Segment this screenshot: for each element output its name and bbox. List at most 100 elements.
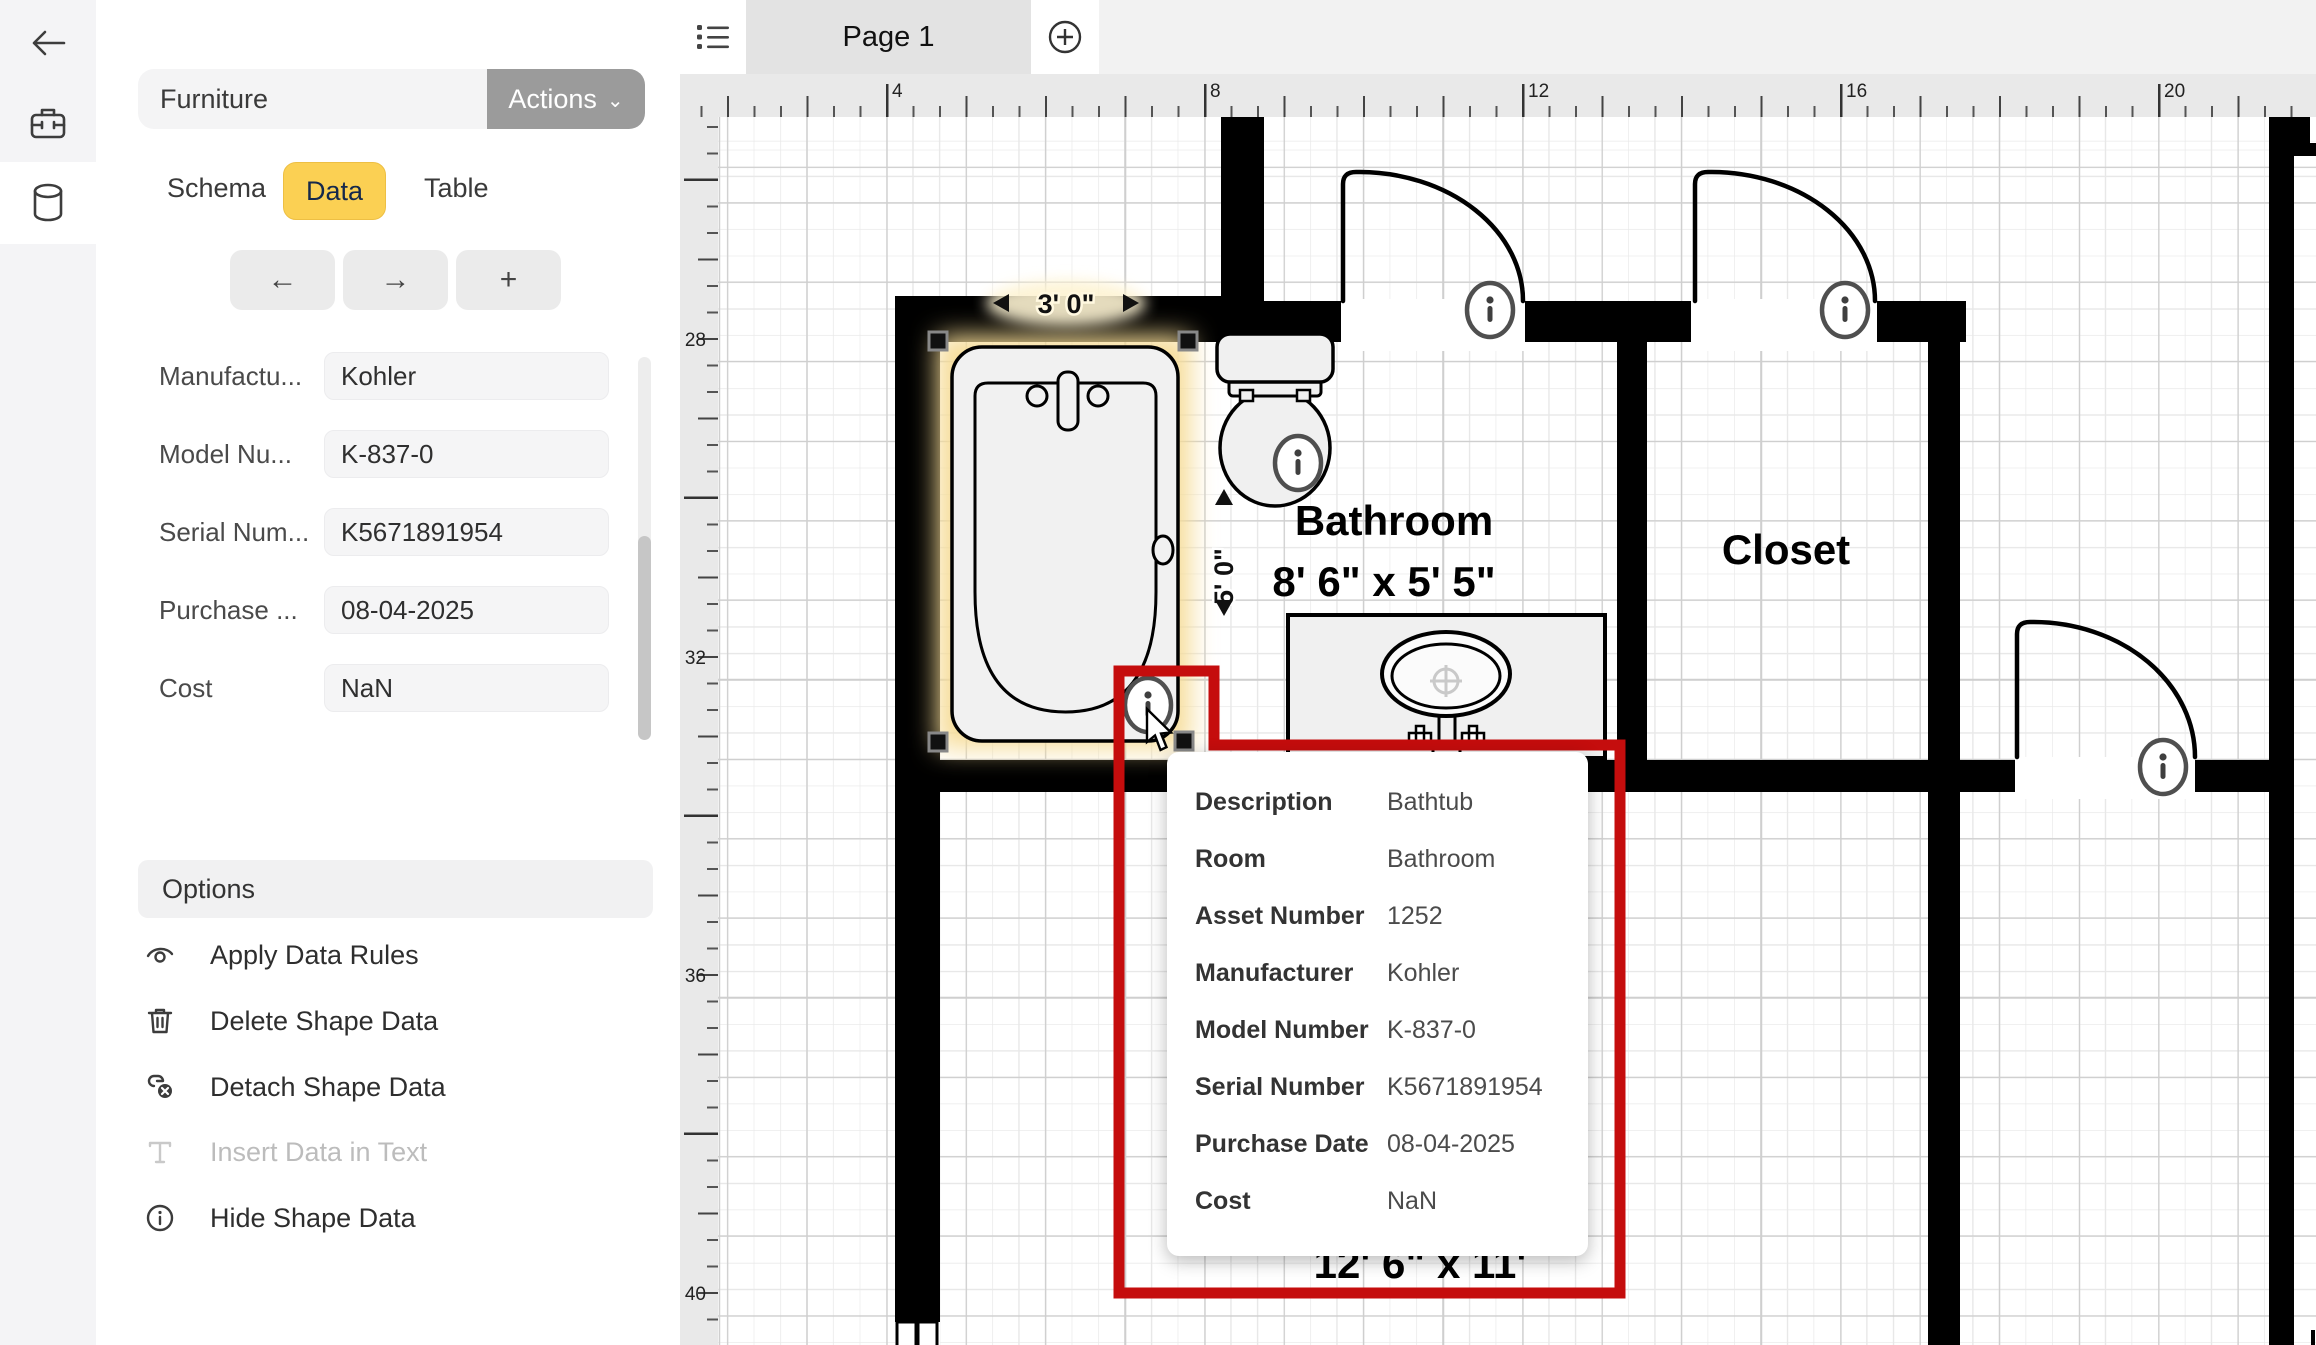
app: Actions ⌄ Schema Data Table ← → + Manufa… bbox=[0, 0, 2316, 1345]
toilet-info-icon[interactable] bbox=[1275, 436, 1321, 490]
tooltip-label: Description bbox=[1195, 788, 1387, 817]
field-row: Cost bbox=[159, 664, 609, 712]
selection-height-dim: 5' 0" bbox=[1209, 489, 1239, 616]
tooltip-row: Manufacturer Kohler bbox=[1195, 945, 1588, 1002]
rail-item-shape-data[interactable] bbox=[0, 168, 96, 238]
ruler-number: 32 bbox=[680, 648, 706, 670]
page-tab-label: Page 1 bbox=[843, 21, 935, 54]
tooltip-value: 1252 bbox=[1387, 902, 1443, 931]
field-label: Serial Num... bbox=[159, 517, 309, 548]
option-delete-shape-data[interactable]: Delete Shape Data bbox=[138, 989, 653, 1053]
tooltip-label: Asset Number bbox=[1195, 902, 1387, 931]
shape-data-tooltip: Description Bathtub Room Bathroom Asset … bbox=[1167, 752, 1588, 1256]
add-page-icon bbox=[1046, 18, 1084, 56]
tooltip-row: Model Number K-837-0 bbox=[1195, 1002, 1588, 1059]
page-list-button[interactable] bbox=[680, 0, 746, 74]
rail-item-shapes[interactable] bbox=[0, 88, 96, 158]
unlink-icon bbox=[138, 1073, 182, 1101]
tab-page-1[interactable]: Page 1 bbox=[746, 0, 1031, 74]
field-row: Manufactu... bbox=[159, 352, 609, 400]
tooltip-value: K5671891954 bbox=[1387, 1073, 1543, 1102]
tooltip-value: Kohler bbox=[1387, 959, 1459, 988]
door1-info-icon[interactable] bbox=[1467, 283, 1513, 337]
add-page-button[interactable] bbox=[1031, 0, 1099, 74]
door2-info-icon[interactable] bbox=[1822, 283, 1868, 337]
ruler-number: 20 bbox=[2164, 81, 2185, 103]
option-detach-shape-data[interactable]: Detach Shape Data bbox=[138, 1055, 653, 1119]
tooltip-row: Purchase Date 08-04-2025 bbox=[1195, 1116, 1588, 1173]
serial-number-field[interactable] bbox=[324, 508, 609, 556]
door-3[interactable] bbox=[2017, 622, 2195, 757]
ruler-number: 16 bbox=[1846, 81, 1867, 103]
tooltip-label: Room bbox=[1195, 845, 1387, 874]
field-label: Purchase ... bbox=[159, 595, 298, 626]
tooltip-value: NaN bbox=[1387, 1187, 1437, 1216]
ruler-number: 12 bbox=[1528, 81, 1549, 103]
ruler-number: 28 bbox=[680, 330, 706, 352]
cost-field[interactable] bbox=[324, 664, 609, 712]
left-arrow-icon bbox=[28, 26, 68, 60]
tooltip-value: Bathroom bbox=[1387, 845, 1495, 874]
next-record-button[interactable]: → bbox=[343, 250, 448, 310]
option-apply-data-rules[interactable]: Apply Data Rules bbox=[138, 923, 653, 987]
eye-rule-icon bbox=[138, 942, 182, 968]
field-row: Serial Num... bbox=[159, 508, 609, 556]
database-icon bbox=[30, 183, 66, 223]
tooltip-value: K-837-0 bbox=[1387, 1016, 1476, 1045]
actions-label: Actions bbox=[508, 84, 597, 115]
field-label: Manufactu... bbox=[159, 361, 302, 392]
option-label: Apply Data Rules bbox=[210, 940, 419, 971]
trash-icon bbox=[138, 1007, 182, 1035]
sink-vanity-shape[interactable] bbox=[1288, 615, 1605, 758]
tab-table[interactable]: Table bbox=[418, 172, 495, 205]
tooltip-value: Bathtub bbox=[1387, 788, 1473, 817]
ruler-number: 8 bbox=[1210, 81, 1221, 103]
tab-schema[interactable]: Schema bbox=[161, 172, 272, 205]
tooltip-value: 08-04-2025 bbox=[1387, 1130, 1515, 1159]
option-label: Delete Shape Data bbox=[210, 1006, 438, 1037]
ruler-number: 40 bbox=[680, 1284, 706, 1306]
info-icon bbox=[138, 1204, 182, 1232]
tooltip-label: Purchase Date bbox=[1195, 1130, 1387, 1159]
svg-text:3' 0": 3' 0" bbox=[1038, 289, 1095, 319]
tooltip-row: Serial Number K5671891954 bbox=[1195, 1059, 1588, 1116]
field-row: Model Nu... bbox=[159, 430, 609, 478]
sidebar-scrollbar-thumb[interactable] bbox=[638, 536, 651, 740]
option-label: Detach Shape Data bbox=[210, 1072, 446, 1103]
tooltip-label: Serial Number bbox=[1195, 1073, 1387, 1102]
option-label: Hide Shape Data bbox=[210, 1203, 416, 1234]
vertical-ruler: 28 32 36 40 bbox=[680, 117, 718, 1345]
model-number-field[interactable] bbox=[324, 430, 609, 478]
room-label-bathroom: Bathroom bbox=[1295, 497, 1493, 544]
drawing-canvas[interactable]: Bathroom 8' 6" x 5' 5" Closet 12' 6" x 1… bbox=[718, 117, 2316, 1345]
page-list-icon bbox=[695, 22, 731, 52]
field-label: Model Nu... bbox=[159, 439, 292, 470]
tooltip-label: Manufacturer bbox=[1195, 959, 1387, 988]
option-insert-data-in-text[interactable]: Insert Data in Text bbox=[138, 1120, 653, 1184]
options-header-label: Options bbox=[162, 874, 255, 905]
dataset-name-input[interactable] bbox=[138, 69, 487, 129]
tooltip-row: Asset Number 1252 bbox=[1195, 888, 1588, 945]
purchase-date-field[interactable] bbox=[324, 586, 609, 634]
svg-text:5' 0": 5' 0" bbox=[1209, 548, 1239, 605]
manufacturer-field[interactable] bbox=[324, 352, 609, 400]
tab-data[interactable]: Data bbox=[283, 162, 386, 220]
back-button[interactable] bbox=[0, 8, 96, 78]
option-label: Insert Data in Text bbox=[210, 1137, 427, 1168]
chevron-down-icon: ⌄ bbox=[607, 88, 624, 113]
tooltip-row: Cost NaN bbox=[1195, 1173, 1588, 1230]
shape-data-panel: Actions ⌄ Schema Data Table ← → + Manufa… bbox=[96, 0, 680, 1345]
actions-button[interactable]: Actions ⌄ bbox=[487, 69, 645, 129]
selection-width-dim: 3' 0" bbox=[986, 280, 1146, 326]
text-icon bbox=[138, 1139, 182, 1165]
option-hide-shape-data[interactable]: Hide Shape Data bbox=[138, 1186, 653, 1250]
options-header: Options bbox=[138, 860, 653, 918]
tooltip-label: Model Number bbox=[1195, 1016, 1387, 1045]
field-row: Purchase ... bbox=[159, 586, 609, 634]
room-dims-bathroom: 8' 6" x 5' 5" bbox=[1272, 558, 1495, 605]
door3-info-icon[interactable] bbox=[2140, 740, 2186, 794]
tooltip-label: Cost bbox=[1195, 1187, 1387, 1216]
window[interactable] bbox=[895, 1322, 940, 1345]
add-record-button[interactable]: + bbox=[456, 250, 561, 310]
prev-record-button[interactable]: ← bbox=[230, 250, 335, 310]
